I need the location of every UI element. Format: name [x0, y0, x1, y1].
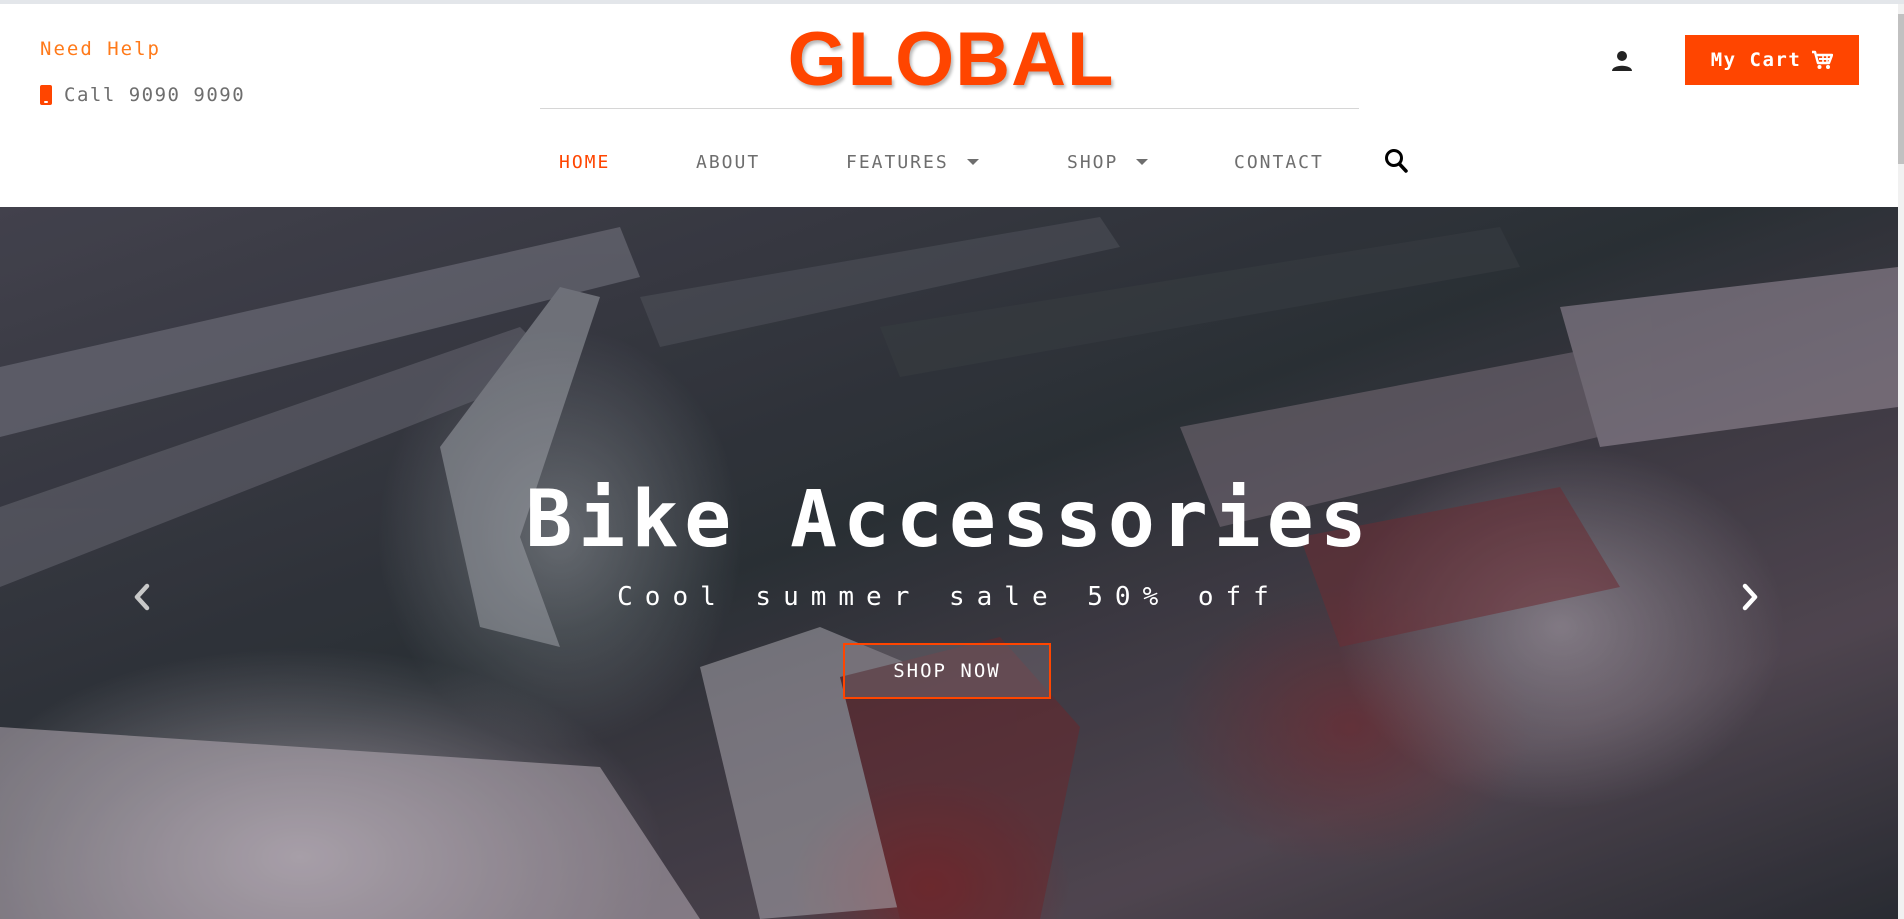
nav-item-label: FEATURES: [846, 152, 949, 173]
chevron-right-icon[interactable]: [1738, 582, 1762, 612]
chevron-left-icon[interactable]: [130, 582, 154, 612]
hero-subtitle: Cool summer sale 50% off: [617, 582, 1281, 612]
nav-item-label: HOME: [559, 152, 611, 173]
caret-down-icon: [1136, 158, 1149, 165]
shopping-cart-icon: [1812, 50, 1834, 69]
header-divider: [540, 108, 1359, 109]
search-icon[interactable]: [1384, 148, 1408, 174]
nav-item-label: ABOUT: [696, 152, 761, 173]
my-cart-button[interactable]: My Cart: [1685, 35, 1859, 85]
logo-text: GLOBAL: [787, 17, 1115, 102]
site-header: Need Help Call 9090 9090 GLOBAL HOME ABO…: [0, 4, 1898, 207]
nav-item-features[interactable]: FEATURES: [846, 152, 979, 173]
user-icon[interactable]: [1611, 50, 1633, 72]
shop-now-button[interactable]: SHOP NOW: [843, 643, 1051, 699]
nav-item-home[interactable]: HOME: [559, 152, 610, 173]
nav-item-contact[interactable]: CONTACT: [1234, 152, 1324, 173]
page-scrollbar[interactable]: [1898, 4, 1904, 919]
nav-item-label: SHOP: [1067, 152, 1119, 173]
nav-item-shop[interactable]: SHOP: [1067, 152, 1149, 173]
hero-slider: Bike Accessories Cool summer sale 50% of…: [0, 207, 1898, 919]
nav-item-about[interactable]: ABOUT: [696, 152, 760, 173]
cart-label: My Cart: [1710, 49, 1802, 71]
hero-title: Bike Accessories: [525, 475, 1373, 565]
scrollbar-thumb[interactable]: [1898, 14, 1904, 164]
nav-item-label: CONTACT: [1234, 152, 1324, 173]
caret-down-icon: [966, 158, 979, 165]
